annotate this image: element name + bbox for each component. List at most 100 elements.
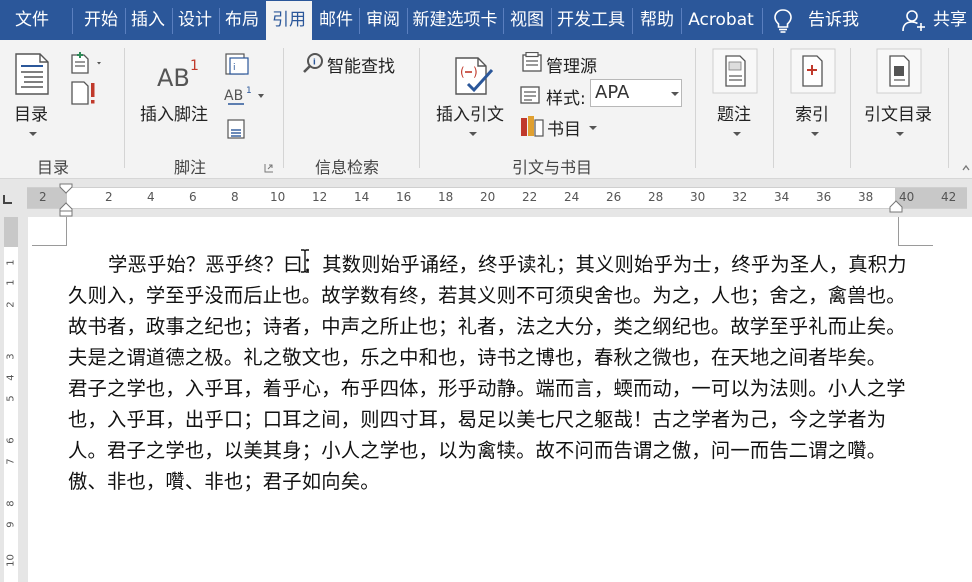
page-corner-mark [898, 217, 933, 246]
ruler-number: 4 [147, 190, 155, 204]
table-of-contents-button[interactable]: 目录 [14, 100, 48, 125]
dialog-launcher-icon[interactable] [264, 163, 274, 173]
horizontal-ruler[interactable]: 2 4 6 8 10 12 14 16 18 20 22 24 26 28 30… [27, 187, 967, 209]
ruler-number: 38 [858, 190, 874, 204]
indent-marker-icon[interactable] [59, 183, 73, 217]
smart-lookup-icon[interactable]: i [302, 52, 324, 74]
text-cursor-icon [301, 249, 309, 273]
chevron-down-icon[interactable] [469, 132, 477, 136]
ruler-number: 6 [189, 190, 197, 204]
insert-citation-icon[interactable]: ( ) [452, 54, 498, 98]
document-page[interactable]: 学恶乎始？恶乎终？曰：其数则始乎诵经，终乎读礼；其义则始乎为士，终乎为圣人，真积… [28, 217, 972, 582]
tab-help[interactable]: 帮助 [634, 0, 680, 40]
ruler-number: 28 [648, 190, 664, 204]
citation-style-value: APA [595, 82, 630, 103]
bibliography-icon[interactable] [520, 114, 546, 138]
ruler-number: 2 [39, 190, 47, 204]
ruler-number: 2 [105, 190, 113, 204]
table-of-authorities-button[interactable]: 引文目录 [864, 100, 932, 125]
ruler-number: 3 [5, 353, 17, 360]
show-notes-icon[interactable] [226, 118, 246, 140]
svg-text:AB: AB [224, 88, 243, 104]
bibliography-button[interactable]: 书目 [547, 115, 581, 140]
svg-text:AB: AB [157, 64, 190, 92]
group-separator [419, 48, 420, 168]
smart-lookup-button[interactable]: 智能查找 [327, 52, 395, 77]
collapse-ribbon-icon[interactable] [962, 164, 970, 172]
ruler-number: 4 [5, 374, 17, 381]
mark-entry-icon[interactable] [790, 48, 836, 94]
page-corner-mark [32, 217, 67, 246]
ruler-number: 32 [732, 190, 748, 204]
group-separator [124, 48, 125, 168]
ruler-number: 42 [941, 190, 957, 204]
tab-review[interactable]: 审阅 [360, 0, 406, 40]
manage-sources-button[interactable]: 管理源 [546, 52, 597, 77]
tab-new-tab[interactable]: 新建选项卡 [408, 0, 502, 40]
chevron-down-icon[interactable] [589, 126, 597, 130]
chevron-down-icon[interactable] [896, 132, 904, 136]
ruler-number: 6 [5, 437, 17, 444]
ruler-number: 7 [5, 458, 17, 465]
tab-mailings[interactable]: 邮件 [314, 0, 358, 40]
ruler-number: 16 [396, 190, 412, 204]
ruler-number: 14 [354, 190, 370, 204]
svg-text:1: 1 [246, 86, 252, 96]
insert-citation-button[interactable]: 插入引文 [436, 100, 504, 125]
next-footnote-icon[interactable]: AB 1 [224, 84, 268, 108]
insert-footnote-icon[interactable]: AB 1 [156, 56, 202, 92]
ruler-number: 12 [312, 190, 328, 204]
group-label-research: 信息检索 [315, 158, 380, 177]
ruler-number: 18 [438, 190, 454, 204]
vertical-ruler[interactable]: 1 1 2 3 4 5 6 7 8 9 10 [0, 217, 22, 582]
tab-acrobat[interactable]: Acrobat [682, 0, 760, 40]
lightbulb-icon[interactable] [772, 8, 794, 34]
ruler-number: 10 [5, 554, 17, 567]
chevron-down-icon[interactable] [29, 132, 37, 136]
ruler-number: 8 [5, 500, 17, 507]
ribbon-tab-bar: 文件 开始 插入 设计 布局 引用 邮件 审阅 新建选项卡 视图 开发工具 帮助… [0, 0, 972, 40]
share-button[interactable]: 共享 [933, 0, 967, 40]
group-separator [283, 48, 284, 168]
ruler-number: 10 [270, 190, 286, 204]
ruler-number: 30 [690, 190, 706, 204]
insert-caption-icon[interactable] [712, 48, 758, 94]
chevron-down-icon[interactable] [733, 132, 741, 136]
ruler-number: 34 [774, 190, 790, 204]
ruler-number: 2 [5, 301, 17, 308]
tab-insert[interactable]: 插入 [126, 0, 170, 40]
tab-home[interactable]: 开始 [78, 0, 124, 40]
chevron-down-icon[interactable] [811, 132, 819, 136]
ruler-number: 9 [5, 521, 17, 528]
tab-design[interactable]: 设计 [173, 0, 217, 40]
insert-caption-button[interactable]: 题注 [717, 100, 751, 125]
tab-separator [632, 8, 633, 34]
tab-separator [72, 8, 73, 34]
insert-endnote-icon[interactable]: i [224, 52, 250, 76]
tab-view[interactable]: 视图 [504, 0, 550, 40]
add-text-icon[interactable] [70, 52, 106, 74]
person-add-icon[interactable] [902, 9, 928, 33]
vertical-ruler-top-margin [4, 217, 18, 247]
svg-text:): ) [473, 65, 478, 79]
ruler-number: 24 [564, 190, 580, 204]
group-separator [850, 48, 851, 168]
index-button[interactable]: 索引 [795, 100, 829, 125]
table-of-contents-icon[interactable] [14, 52, 50, 96]
tab-stop-selector-icon[interactable] [2, 193, 14, 205]
svg-text:i: i [313, 58, 316, 67]
tab-developer[interactable]: 开发工具 [552, 0, 630, 40]
manage-sources-icon[interactable] [520, 52, 544, 74]
tab-layout[interactable]: 布局 [220, 0, 264, 40]
tell-me-box[interactable]: 告诉我 [808, 0, 859, 40]
ribbon-references: 目录 目录 AB 1 插入脚注 i AB 1 脚注 i 智能查找 信息检索 (… [0, 40, 972, 179]
insert-footnote-button[interactable]: 插入脚注 [140, 100, 208, 125]
citation-style-select[interactable]: APA [590, 79, 682, 107]
update-table-icon[interactable] [70, 80, 100, 106]
tab-references[interactable]: 引用 [266, 1, 312, 40]
mark-citation-icon[interactable] [876, 48, 922, 94]
tab-file[interactable]: 文件 [0, 0, 64, 40]
right-indent-marker-icon[interactable] [889, 199, 903, 213]
chevron-down-icon[interactable] [671, 92, 679, 96]
document-paragraph[interactable]: 学恶乎始？恶乎终？曰：其数则始乎诵经，终乎读礼；其义则始乎为士，终乎为圣人，真积… [68, 249, 908, 497]
